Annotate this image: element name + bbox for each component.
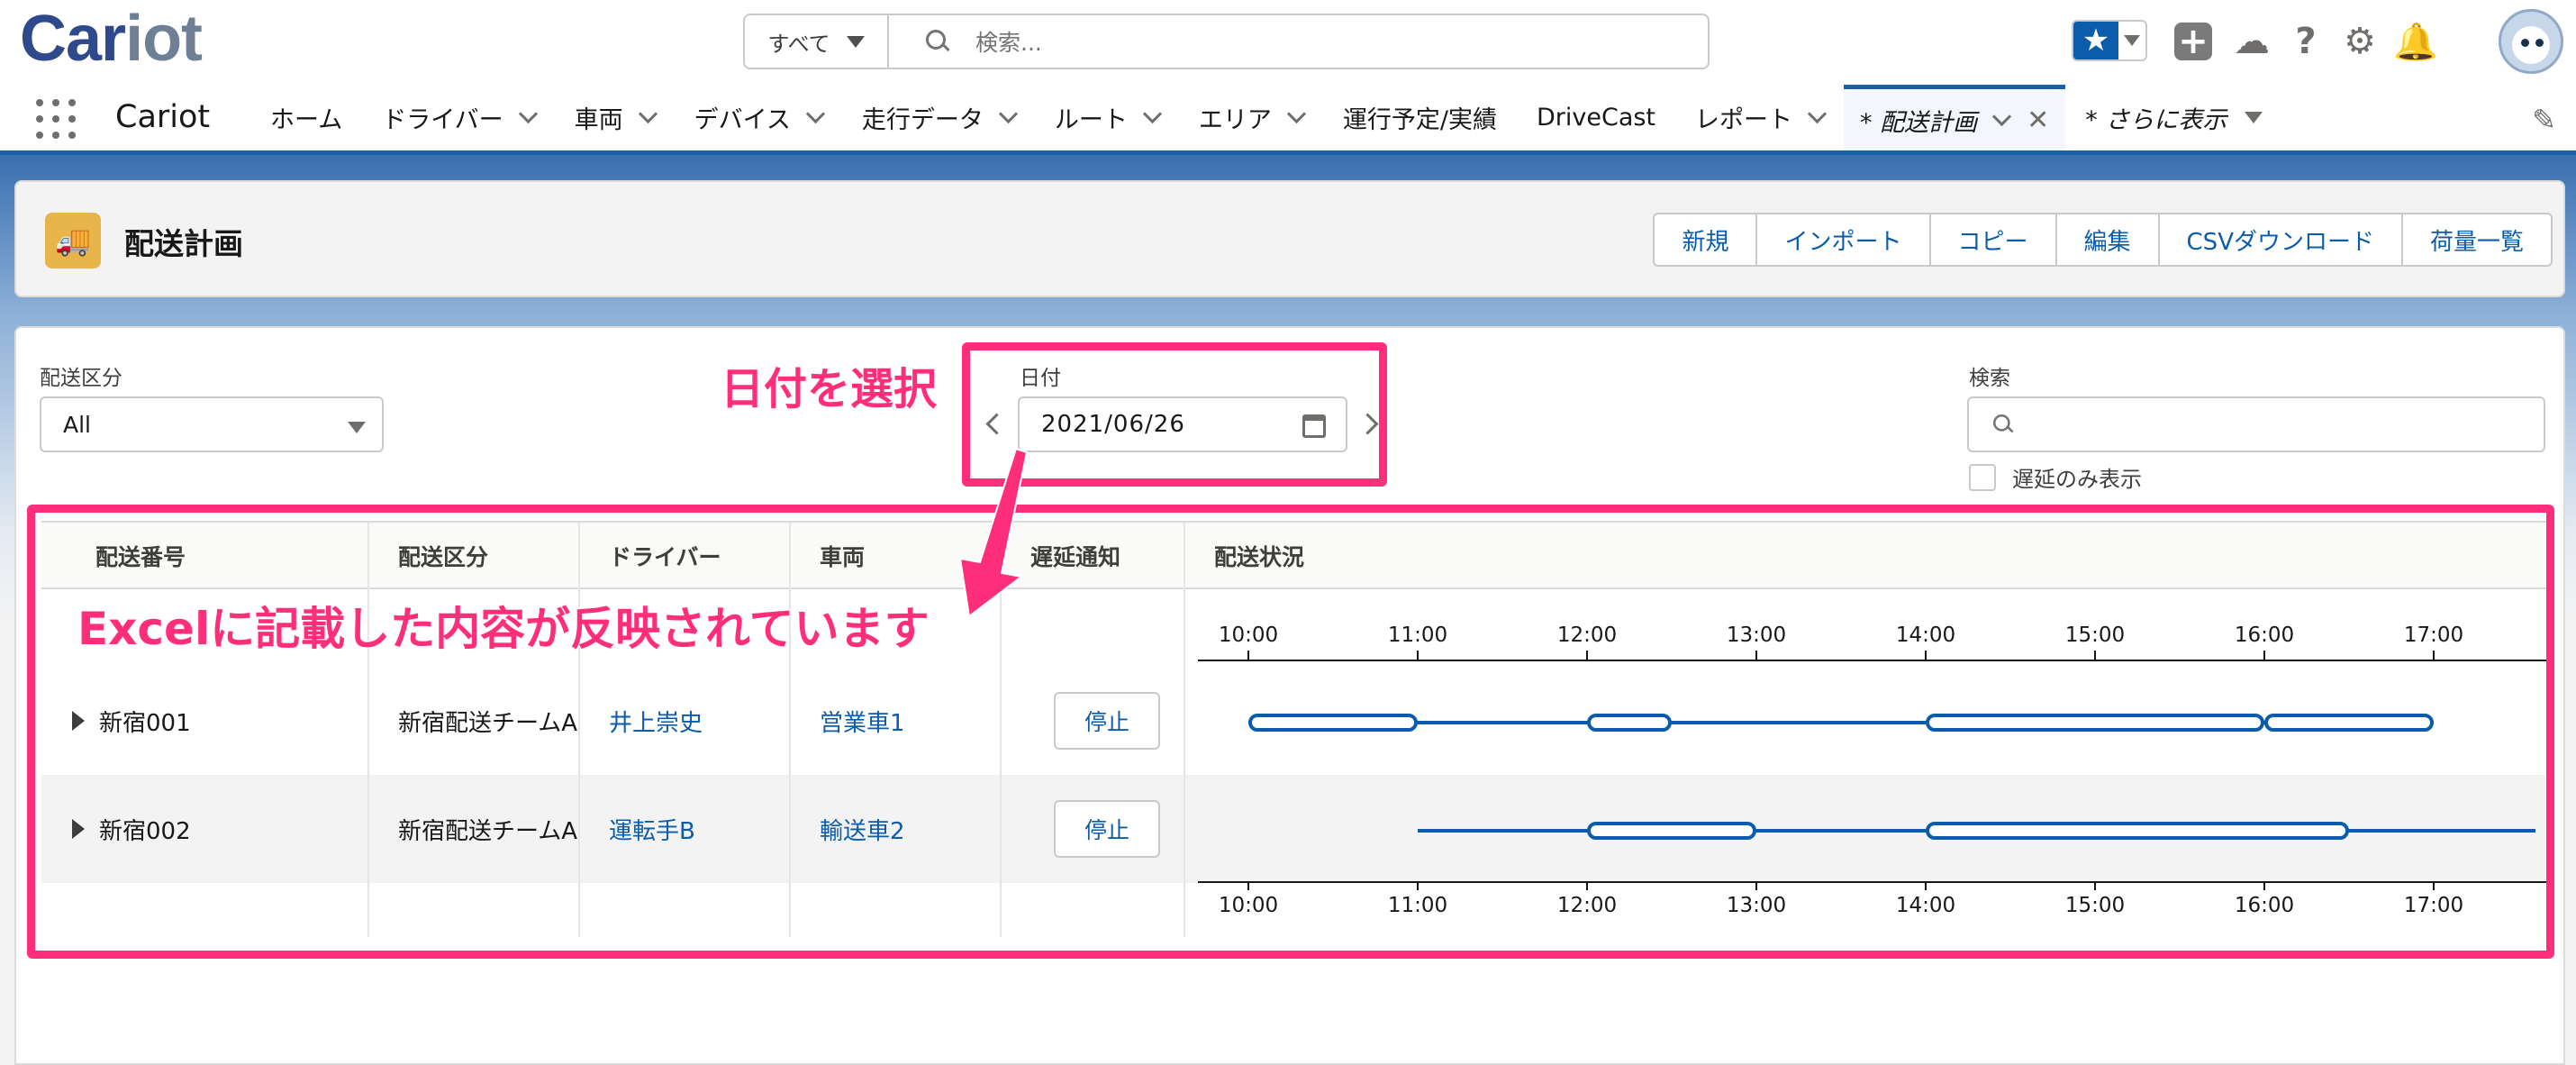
logo-text: Cariot <box>20 3 203 75</box>
avatar-face <box>2512 26 2550 64</box>
help-icon[interactable]: ? <box>2284 20 2327 63</box>
plan-search-input[interactable] <box>1967 396 2545 452</box>
delay-only-checkbox[interactable] <box>1969 463 1996 491</box>
nav-items: ホーム ドライバー 車両 デバイス 走行データ ルート エリア 運行予定/実績 … <box>250 85 2282 150</box>
nav-more-menu[interactable]: * さらに表示 <box>2065 85 2282 150</box>
caret-down-icon <box>348 422 366 433</box>
search-icon <box>1992 414 2014 435</box>
table-highlight-box <box>27 505 2554 959</box>
csv-download-button[interactable]: CSVダウンロード <box>2160 214 2403 265</box>
global-search-input[interactable]: 検索... <box>889 15 1708 68</box>
chevron-down-icon[interactable] <box>805 104 825 124</box>
trailhead-icon[interactable]: ☁ <box>2230 20 2273 63</box>
user-avatar[interactable] <box>2499 9 2563 74</box>
chevron-down-icon[interactable] <box>998 104 1018 124</box>
nav-item-home[interactable]: ホーム <box>250 85 362 150</box>
nav-item-devices[interactable]: デバイス <box>675 85 842 150</box>
chevron-down-icon[interactable] <box>638 104 658 124</box>
search-filter-label: 検索 <box>1969 367 2010 390</box>
nav-item-drivers[interactable]: ドライバー <box>362 85 554 150</box>
edit-nav-pencil-icon[interactable]: ✎ <box>2532 103 2556 137</box>
search-icon <box>925 29 950 54</box>
caret-down-icon <box>846 35 865 48</box>
app-launcher-icon[interactable] <box>36 99 76 139</box>
search-scope-label: すべて <box>767 31 830 57</box>
truck-icon: 🚚 <box>45 213 101 269</box>
category-select[interactable]: All <box>40 396 384 452</box>
search-scope-dropdown[interactable]: すべて <box>745 15 889 68</box>
header-utility-icons: ★ + ☁ ? ⚙ 🔔 <box>2072 9 2576 74</box>
category-select-value: All <box>63 411 91 438</box>
new-button[interactable]: 新規 <box>1655 214 1758 265</box>
chevron-down-icon[interactable] <box>1286 104 1306 124</box>
nav-item-drivecast[interactable]: DriveCast <box>1517 85 1675 150</box>
chevron-down-icon[interactable] <box>518 104 538 124</box>
app-navigation-bar: Cariot ホーム ドライバー 車両 デバイス 走行データ ルート エリア 運… <box>0 85 2576 155</box>
nav-item-areas[interactable]: エリア <box>1179 85 1323 150</box>
nav-item-routes[interactable]: ルート <box>1035 85 1179 150</box>
nav-item-vehicles[interactable]: 車両 <box>555 85 675 150</box>
date-highlight-box <box>962 342 1387 487</box>
page-action-buttons: 新規 インポート コピー 編集 CSVダウンロード 荷量一覧 <box>1653 213 2553 267</box>
chevron-down-icon[interactable] <box>1992 106 2012 126</box>
delay-only-toggle[interactable]: 遅延のみ表示 <box>1969 461 2142 493</box>
import-button[interactable]: インポート <box>1757 214 1931 265</box>
chevron-down-icon[interactable] <box>1142 104 1162 124</box>
star-icon: ★ <box>2073 22 2118 59</box>
copy-button[interactable]: コピー <box>1931 214 2057 265</box>
excel-note-annotation: Excelに記載した内容が反映されています <box>77 602 930 656</box>
load-list-button[interactable]: 荷量一覧 <box>2403 214 2551 265</box>
global-actions-plus-icon[interactable]: + <box>2174 21 2212 62</box>
global-header: Cariot すべて 検索... ★ + ☁ ? ⚙ 🔔 <box>0 0 2576 85</box>
chevron-down-icon[interactable] <box>1807 104 1828 124</box>
cariot-logo[interactable]: Cariot <box>20 3 203 75</box>
caret-down-icon <box>2118 22 2145 59</box>
edit-button[interactable]: 編集 <box>2057 214 2160 265</box>
select-date-annotation: 日付を選択 <box>720 363 938 415</box>
nav-tab-delivery-plan-label: * 配送計画 <box>1860 108 1978 137</box>
page-title: 配送計画 <box>124 226 243 261</box>
nav-tab-delivery-plan[interactable]: * 配送計画 ✕ <box>1844 85 2066 150</box>
search-placeholder: 検索... <box>975 30 1042 56</box>
close-tab-icon[interactable]: ✕ <box>2027 105 2049 136</box>
delay-only-label: 遅延のみ表示 <box>2012 467 2142 492</box>
caret-down-icon <box>2245 112 2263 123</box>
nav-item-operation-plans[interactable]: 運行予定/実績 <box>1323 85 1517 150</box>
global-search: すべて 検索... <box>743 14 1710 69</box>
nav-item-trip-data[interactable]: 走行データ <box>842 85 1035 150</box>
page-header: 🚚 配送計画 新規 インポート コピー 編集 CSVダウンロード 荷量一覧 <box>14 180 2565 297</box>
favorites-button[interactable]: ★ <box>2072 20 2147 61</box>
category-filter-label: 配送区分 <box>40 367 122 390</box>
gear-icon[interactable]: ⚙ <box>2338 20 2381 63</box>
nav-item-reports[interactable]: レポート <box>1675 85 1844 150</box>
app-name: Cariot <box>115 99 211 135</box>
bell-icon[interactable]: 🔔 <box>2393 20 2438 63</box>
